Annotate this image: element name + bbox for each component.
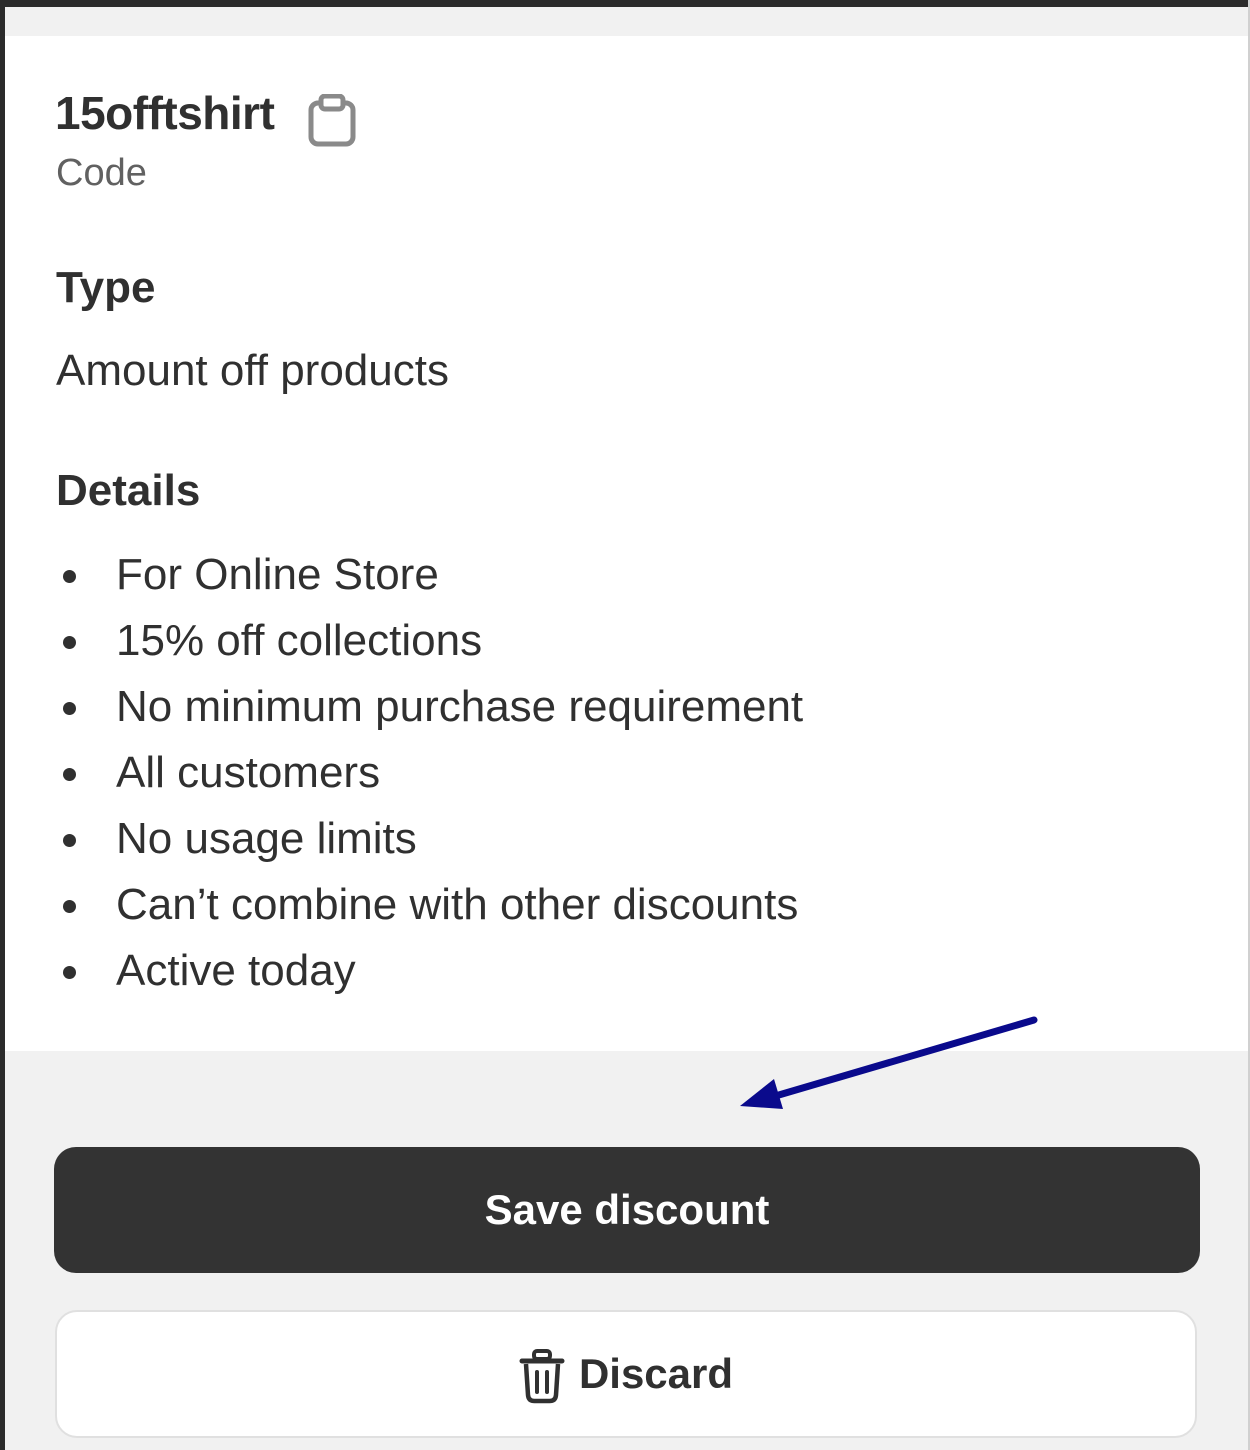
discount-code: 15offtshirt xyxy=(55,87,275,139)
window-top-border xyxy=(0,0,1250,7)
details-list: For Online Store 15% off collections No … xyxy=(0,548,803,1010)
details-item-label: No usage limits xyxy=(116,814,417,863)
details-item-customers: All customers xyxy=(0,746,803,812)
bullet-icon xyxy=(63,636,76,649)
details-item-combinations: Can’t combine with other discounts xyxy=(0,878,803,944)
trash-icon xyxy=(519,1348,565,1404)
bullet-icon xyxy=(63,966,76,979)
discard-label: Discard xyxy=(578,1350,734,1397)
discount-code-label: Code xyxy=(56,152,147,194)
header-strip xyxy=(5,7,1248,36)
type-value: Amount off products xyxy=(56,346,449,395)
discount-code-row: 15offtshirt xyxy=(55,86,358,148)
clipboard-icon[interactable] xyxy=(308,93,358,148)
bullet-icon xyxy=(63,768,76,781)
details-item-label: No minimum purchase requirement xyxy=(116,682,804,731)
details-item-label: For Online Store xyxy=(116,550,439,599)
details-item-active-dates: Active today xyxy=(0,944,803,1010)
details-item-online-store: For Online Store xyxy=(0,548,803,614)
bullet-icon xyxy=(63,900,76,913)
bullet-icon xyxy=(63,834,76,847)
details-item-usage-limits: No usage limits xyxy=(0,812,803,878)
details-item-label: 15% off collections xyxy=(116,616,483,665)
save-discount-label: Save discount xyxy=(484,1186,770,1233)
details-heading: Details xyxy=(56,466,201,515)
annotation-arrow-icon xyxy=(740,1016,1038,1109)
details-item-label: Active today xyxy=(116,946,356,995)
details-item-label: Can’t combine with other discounts xyxy=(116,880,799,929)
type-heading: Type xyxy=(56,263,156,312)
details-item-minimum-purchase: No minimum purchase requirement xyxy=(0,680,803,746)
details-item-percentage: 15% off collections xyxy=(0,614,803,680)
details-item-label: All customers xyxy=(116,748,381,797)
discard-button[interactable]: Discard xyxy=(55,1310,1197,1438)
bullet-icon xyxy=(63,702,76,715)
save-discount-button[interactable]: Save discount xyxy=(54,1147,1200,1273)
bullet-icon xyxy=(63,570,76,583)
